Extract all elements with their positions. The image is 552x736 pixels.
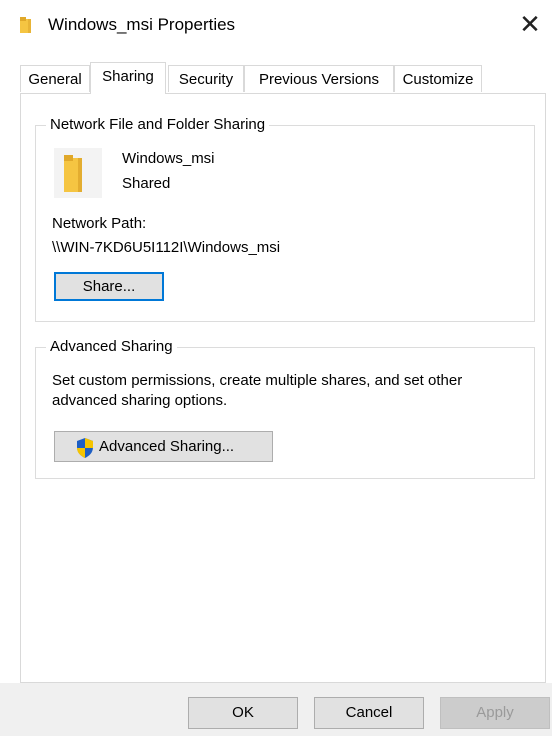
share-status: Shared	[122, 175, 171, 192]
tab-customize[interactable]: Customize	[394, 65, 482, 92]
advanced-description-line2: advanced sharing options.	[52, 392, 228, 409]
ok-button[interactable]: OK	[188, 697, 298, 729]
share-button[interactable]: Share...	[54, 272, 164, 301]
cancel-button[interactable]: Cancel	[314, 697, 424, 729]
network-sharing-group: Network File and Folder Sharing Windows_…	[35, 115, 535, 322]
advanced-description-line1: Set custom permissions, create multiple …	[52, 372, 463, 389]
tab-label: Customize	[402, 71, 474, 88]
tab-security[interactable]: Security	[168, 65, 244, 92]
sharing-panel: Network File and Folder Sharing Windows_…	[20, 93, 546, 683]
close-button[interactable]: ✕	[508, 4, 552, 44]
share-button-label: Share...	[82, 278, 136, 295]
cancel-button-label: Cancel	[345, 704, 393, 721]
shared-folder-icon	[54, 148, 102, 198]
shield-icon	[75, 437, 95, 469]
apply-button[interactable]: Apply	[440, 697, 550, 729]
group-title: Network File and Folder Sharing	[46, 115, 270, 135]
advanced-sharing-button-label: Advanced Sharing...	[99, 438, 235, 455]
ok-button-label: OK	[232, 704, 254, 721]
tab-previous-versions[interactable]: Previous Versions	[244, 65, 394, 92]
window-title: Windows_msi Properties	[48, 15, 236, 34]
tab-sharing[interactable]: Sharing	[90, 62, 166, 94]
tab-label: Security	[178, 71, 234, 88]
network-path-value: \\WIN-7KD6U5I112I\Windows_msi	[52, 239, 281, 256]
close-icon: ✕	[519, 9, 541, 39]
tab-general[interactable]: General	[20, 65, 90, 92]
title-bar: Windows_msi Properties ✕	[0, 0, 552, 50]
tab-strip: General Sharing Security Previous Versio…	[0, 62, 552, 94]
tab-label: General	[28, 71, 82, 88]
folder-name: Windows_msi	[122, 150, 215, 167]
folder-icon	[20, 17, 38, 37]
tab-label: Previous Versions	[258, 71, 380, 88]
tab-label: Sharing	[102, 68, 154, 85]
advanced-sharing-group: Advanced Sharing Set custom permissions,…	[35, 337, 535, 479]
apply-button-label: Apply	[476, 704, 514, 721]
group-title: Advanced Sharing	[46, 337, 177, 357]
advanced-sharing-button[interactable]: Advanced Sharing...	[54, 431, 273, 462]
dialog-footer: OK Cancel Apply	[0, 683, 552, 736]
network-path-label: Network Path:	[52, 215, 147, 232]
